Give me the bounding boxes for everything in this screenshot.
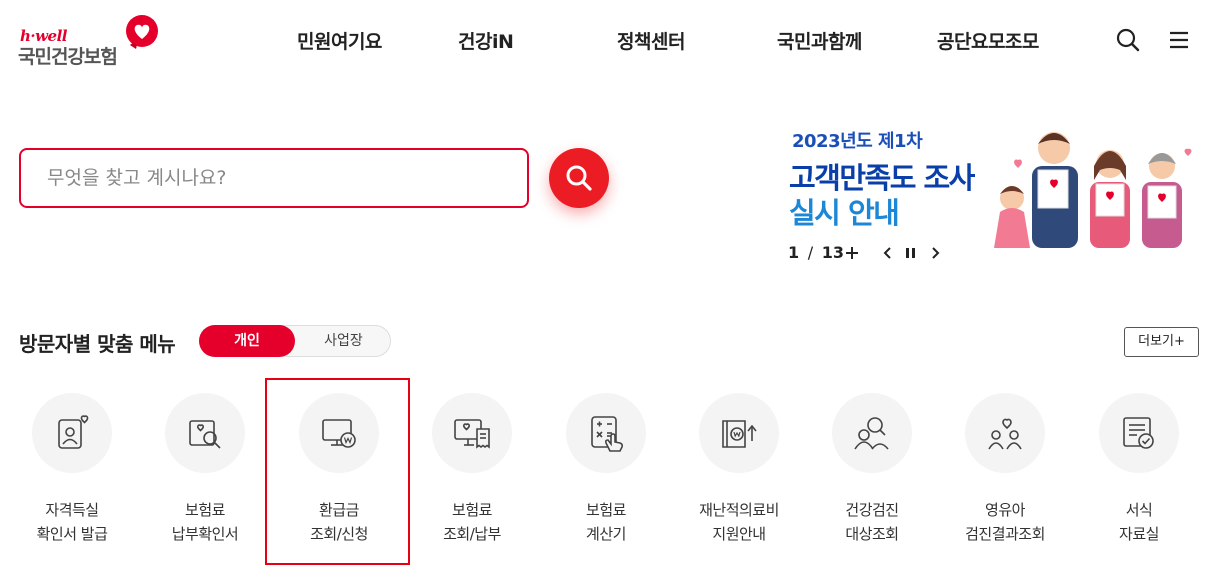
search-icon <box>1116 28 1140 52</box>
nav-item-with-citizens[interactable]: 국민과함께 <box>777 27 862 54</box>
nav-item-about[interactable]: 공단요모조모 <box>937 27 1039 54</box>
menu-item-line1: 환급금 <box>319 501 359 519</box>
id-card-heart-icon <box>58 415 89 449</box>
pause-icon <box>906 248 915 258</box>
menu-item-line2: 검진결과조회 <box>965 525 1045 543</box>
banner-view-all-button[interactable] <box>842 242 862 264</box>
menu-item-line1: 건강검진 <box>845 501 899 519</box>
menu-item-line1: 보험료 <box>185 501 225 519</box>
more-button[interactable]: 더보기+ <box>1124 327 1199 357</box>
banner-page-separator: / <box>807 243 814 262</box>
menu-item-line2: 계산기 <box>586 525 626 543</box>
menu-item-infant-checkup-results[interactable]: 영유아 검진결과조회 <box>945 393 1065 553</box>
menu-item-line1: 보험료 <box>452 501 492 519</box>
chevron-right-icon <box>932 247 940 259</box>
section-title: 방문자별 맞춤 메뉴 <box>19 332 176 356</box>
menu-item-line1: 서식 <box>1125 501 1153 519</box>
menu-item-premium-calculator[interactable]: 보험료 계산기 <box>546 393 666 553</box>
hamburger-menu-icon <box>1170 31 1188 49</box>
menu-item-line2: 조회/납부 <box>443 525 501 543</box>
chevron-left-icon <box>883 247 891 259</box>
menu-item-qualification-certificate[interactable]: 자격득실 확인서 발급 <box>12 393 132 553</box>
nav-item-policy-center[interactable]: 정책센터 <box>617 27 685 54</box>
search-icon <box>566 165 592 191</box>
menu-item-health-checkup-eligibility[interactable]: 건강검진 대상조회 <box>812 393 932 553</box>
menu-item-refund-inquiry[interactable]: 환급금 조회/신청 <box>279 393 399 553</box>
menu-item-line1: 영유아 <box>985 501 1025 519</box>
wallet-won-up-icon <box>722 420 757 448</box>
family-illustration <box>994 132 1192 248</box>
menu-item-premium-payment-certificate[interactable]: 보험료 납부확인서 <box>145 393 265 553</box>
banner-line1: 2023년도 제1차 <box>792 131 923 152</box>
menu-item-line2: 지원안내 <box>712 525 766 543</box>
main-search-button[interactable] <box>549 148 609 208</box>
nav-item-minwon[interactable]: 민원여기요 <box>297 27 382 54</box>
form-check-icon <box>1123 417 1154 449</box>
menu-item-line2: 조회/신청 <box>310 525 368 543</box>
menu-item-line2: 확인서 발급 <box>36 525 108 543</box>
banner-page-current: 1 <box>788 243 800 262</box>
promo-banner[interactable]: 2023년도 제1차 고객만족도 조사 실시 안내 <box>788 124 1200 248</box>
tab-individual[interactable]: 개인 <box>199 325 295 357</box>
banner-page-count: 1 / 13 <box>788 243 844 262</box>
banner-next-button[interactable] <box>925 242 945 264</box>
banner-pager: 1 / 13 <box>788 242 958 264</box>
main-search-input[interactable] <box>47 164 507 192</box>
tab-business[interactable]: 사업장 <box>296 325 391 357</box>
calculator-hand-icon <box>591 416 624 452</box>
document-search-icon <box>189 420 221 449</box>
menu-item-line1: 자격득실 <box>45 501 99 519</box>
menu-item-line2: 납부확인서 <box>171 525 239 543</box>
menu-item-line2: 자료실 <box>1119 525 1159 543</box>
menu-item-premium-inquiry-payment[interactable]: 보험료 조회/납부 <box>412 393 532 553</box>
main-navigation: 민원여기요 건강iN 정책센터 국민과함께 공단요모조모 <box>0 27 1222 57</box>
banner-page-total: 13 <box>821 243 844 262</box>
monitor-won-icon <box>322 419 356 448</box>
monitor-receipt-icon <box>454 419 490 449</box>
menu-item-forms-library[interactable]: 서식 자료실 <box>1079 393 1199 553</box>
plus-icon <box>846 247 858 259</box>
banner-prev-button[interactable] <box>878 242 898 264</box>
header-menu-button[interactable] <box>1166 26 1194 54</box>
people-search-icon <box>854 417 889 450</box>
banner-pause-button[interactable] <box>901 242 921 264</box>
visitor-type-tabs: 개인 사업장 <box>199 325 391 357</box>
menu-item-line2: 대상조회 <box>845 525 899 543</box>
header-search-button[interactable] <box>1114 26 1142 54</box>
menu-item-line1: 재난적의료비 <box>699 501 779 519</box>
family-heart-icon <box>988 418 1022 450</box>
banner-line3: 실시 안내 <box>789 196 900 230</box>
nav-item-health-in[interactable]: 건강iN <box>458 27 514 54</box>
main-search-box <box>19 148 529 208</box>
menu-item-line1: 보험료 <box>586 501 626 519</box>
menu-item-catastrophic-medical-support[interactable]: 재난적의료비 지원안내 <box>679 393 799 553</box>
